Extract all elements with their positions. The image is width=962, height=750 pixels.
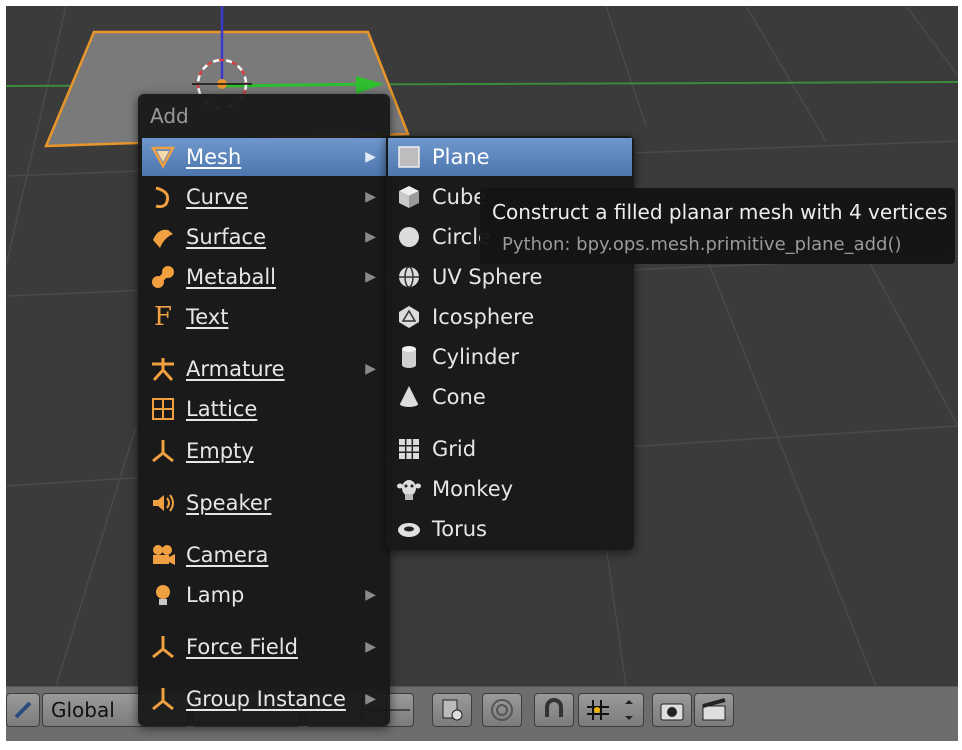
mesh-menu-item-label: Cylinder bbox=[432, 345, 519, 369]
submenu-arrow-icon: ▶ bbox=[365, 587, 376, 603]
add-menu-item-label: Empty bbox=[186, 439, 254, 463]
snap-magnet-icon[interactable] bbox=[534, 693, 574, 727]
add-menu-item-empty[interactable]: Empty bbox=[142, 432, 386, 470]
add-menu-item-label: Armature bbox=[186, 357, 285, 381]
add-menu-item-label: Lamp bbox=[186, 583, 245, 607]
add-menu-item-label: Camera bbox=[186, 543, 269, 567]
add-menu-item-text[interactable]: F Text bbox=[142, 298, 386, 336]
mesh-menu-item-label: Cube bbox=[432, 185, 487, 209]
proportional-edit-icon[interactable] bbox=[482, 693, 522, 727]
add-menu-item-force-field[interactable]: Force Field ▶ bbox=[142, 628, 386, 666]
lattice-icon bbox=[148, 394, 178, 424]
add-menu-item-group-instance[interactable]: Group Instance ▶ bbox=[142, 680, 386, 718]
add-menu-item-lamp[interactable]: Lamp ▶ bbox=[142, 576, 386, 614]
mesh-menu-item-label: Monkey bbox=[432, 477, 514, 501]
submenu-arrow-icon: ▶ bbox=[365, 149, 376, 165]
add-menu-item-label: Speaker bbox=[186, 491, 272, 515]
curve-icon bbox=[148, 182, 178, 212]
submenu-arrow-icon: ▶ bbox=[365, 269, 376, 285]
submenu-arrow-icon: ▶ bbox=[365, 691, 376, 707]
mesh-menu-item-label: UV Sphere bbox=[432, 265, 543, 289]
add-menu-item-camera[interactable]: Camera bbox=[142, 536, 386, 574]
plane-icon bbox=[394, 142, 424, 172]
submenu-arrow-icon: ▶ bbox=[365, 229, 376, 245]
monkey-icon bbox=[394, 474, 424, 504]
add-menu-item-armature[interactable]: Armature ▶ bbox=[142, 350, 386, 388]
add-menu-item-label: Curve bbox=[186, 185, 248, 209]
text-icon: F bbox=[153, 302, 173, 332]
tooltip-python: Python: bpy.ops.mesh.primitive_plane_add… bbox=[502, 234, 902, 255]
manipulator-icon[interactable] bbox=[432, 693, 472, 727]
add-menu-item-mesh[interactable]: Mesh ▶ bbox=[142, 138, 386, 176]
grid-icon bbox=[394, 434, 424, 464]
snap-element-select[interactable] bbox=[578, 693, 644, 727]
force-field-icon bbox=[148, 632, 178, 662]
mesh-menu-item-torus[interactable]: Torus bbox=[388, 510, 632, 548]
render-animation-icon[interactable] bbox=[694, 693, 734, 727]
lamp-icon bbox=[148, 580, 178, 610]
mesh-menu-item-label: Plane bbox=[432, 145, 490, 169]
add-menu-item-label: Group Instance bbox=[186, 687, 346, 711]
metaball-icon bbox=[148, 262, 178, 292]
add-menu-item-label: Metaball bbox=[186, 265, 277, 289]
add-menu-item-speaker[interactable]: Speaker bbox=[142, 484, 386, 522]
uv-sphere-icon bbox=[394, 262, 424, 292]
cube-icon bbox=[394, 182, 424, 212]
mesh-menu-item-grid[interactable]: Grid bbox=[388, 430, 632, 468]
mesh-icon bbox=[148, 142, 178, 172]
armature-icon bbox=[148, 354, 178, 384]
mesh-menu-item-label: Torus bbox=[432, 517, 487, 541]
mesh-menu-item-label: Cone bbox=[432, 385, 486, 409]
add-menu-item-surface[interactable]: Surface ▶ bbox=[142, 218, 386, 256]
add-menu-item-lattice[interactable]: Lattice bbox=[142, 390, 386, 428]
add-menu-item-label: Mesh bbox=[186, 145, 242, 169]
add-menu-item-metaball[interactable]: Metaball ▶ bbox=[142, 258, 386, 296]
mesh-menu-item-label: Icosphere bbox=[432, 305, 535, 329]
submenu-arrow-icon: ▶ bbox=[365, 639, 376, 655]
add-menu-item-curve[interactable]: Curve ▶ bbox=[142, 178, 386, 216]
surface-icon bbox=[148, 222, 178, 252]
cylinder-icon bbox=[394, 342, 424, 372]
submenu-arrow-icon: ▶ bbox=[365, 361, 376, 377]
mesh-menu-item-label: Grid bbox=[432, 437, 477, 461]
speaker-icon bbox=[148, 488, 178, 518]
group-instance-icon bbox=[148, 684, 178, 714]
empty-icon bbox=[148, 436, 178, 466]
torus-icon bbox=[394, 514, 424, 544]
pivot-icon[interactable] bbox=[6, 693, 40, 727]
tooltip: Construct a filled planar mesh with 4 ve… bbox=[480, 188, 955, 264]
circle-icon bbox=[394, 222, 424, 252]
add-menu: Add Mesh ▶ Curve ▶ Surface ▶ Metaball ▶ … bbox=[138, 94, 390, 726]
add-menu-item-label: Surface bbox=[186, 225, 267, 249]
submenu-arrow-icon: ▶ bbox=[365, 189, 376, 205]
cone-icon bbox=[394, 382, 424, 412]
add-menu-title: Add bbox=[150, 104, 189, 128]
mesh-menu-item-cone[interactable]: Cone bbox=[388, 378, 632, 416]
add-menu-item-label: Text bbox=[186, 305, 229, 329]
tooltip-description: Construct a filled planar mesh with 4 ve… bbox=[492, 200, 948, 224]
mesh-menu-item-plane[interactable]: Plane bbox=[388, 138, 632, 176]
mesh-menu-item-cylinder[interactable]: Cylinder bbox=[388, 338, 632, 376]
orientation-label: Global bbox=[51, 698, 115, 722]
mesh-menu-item-monkey[interactable]: Monkey bbox=[388, 470, 632, 508]
mesh-menu-item-icosphere[interactable]: Icosphere bbox=[388, 298, 632, 336]
camera-icon bbox=[148, 540, 178, 570]
icosphere-icon bbox=[394, 302, 424, 332]
render-still-icon[interactable] bbox=[652, 693, 692, 727]
add-menu-item-label: Lattice bbox=[186, 397, 258, 421]
add-menu-item-label: Force Field bbox=[186, 635, 298, 659]
